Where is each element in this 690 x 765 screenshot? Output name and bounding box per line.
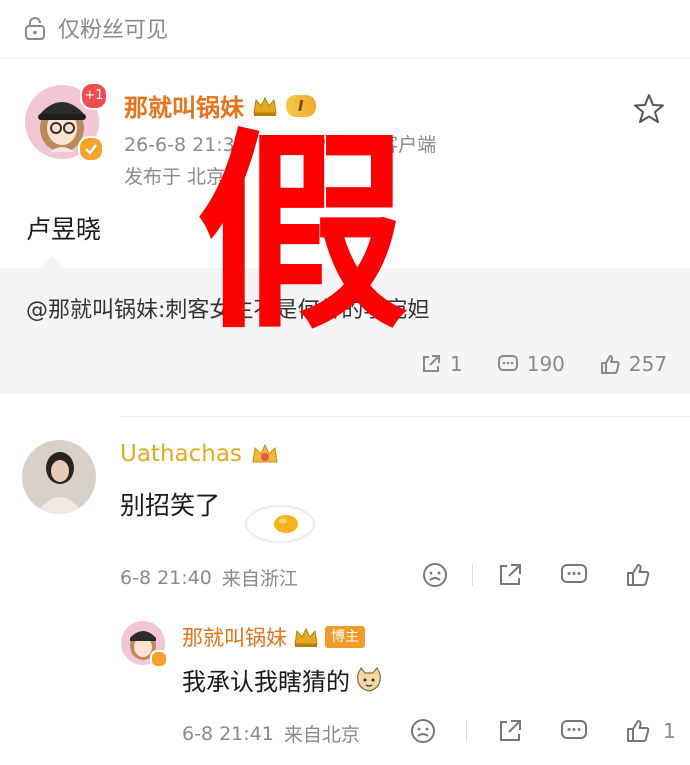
- comment-button[interactable]: 190: [497, 352, 565, 376]
- reply-verified-badge-icon: [150, 650, 168, 668]
- sad-face-icon[interactable]: [420, 562, 450, 588]
- comment-actions: [420, 562, 653, 588]
- share-button[interactable]: 1: [420, 352, 463, 376]
- comment-author-row: Uathachas: [120, 440, 280, 468]
- comment-location: 来自浙江: [221, 568, 298, 590]
- like-button[interactable]: 257: [599, 352, 667, 376]
- reply-like-count: 1: [663, 719, 676, 743]
- favorite-star-icon[interactable]: [632, 92, 666, 126]
- share-count: 1: [450, 352, 463, 376]
- reply-location: 来自北京: [283, 724, 360, 746]
- section-gap: [0, 394, 690, 416]
- comment-text: 别招笑了: [120, 491, 221, 520]
- reply-comment-icon[interactable]: [559, 718, 589, 744]
- comment-share-icon[interactable]: [495, 562, 525, 588]
- comment-like-icon[interactable]: [623, 562, 653, 588]
- reply-author-row: 那就叫锅妹 博主: [182, 622, 365, 652]
- comment-author-name[interactable]: Uathachas: [120, 441, 242, 467]
- post-text: 卢昱晓: [26, 215, 102, 244]
- thumbs-up-icon: [600, 355, 620, 374]
- cat-emoji-icon: [354, 666, 384, 694]
- gold-crown-badge-icon: [250, 440, 280, 468]
- blogger-badge: 博主: [325, 626, 365, 648]
- repost-pointer: [40, 256, 64, 268]
- divider: [472, 564, 473, 586]
- divider: [0, 58, 690, 59]
- reply-share-icon[interactable]: [495, 718, 525, 744]
- commenter-avatar[interactable]: [22, 440, 96, 514]
- crown-icon: [293, 626, 319, 648]
- reply-time: 6-8 21:41: [182, 722, 274, 745]
- divider: [466, 720, 467, 742]
- fake-stamp-overlay: 假: [196, 110, 408, 357]
- reply-text: 我承认我瞎猜的: [182, 668, 350, 696]
- comment-count: 190: [526, 352, 565, 376]
- share-icon: [423, 355, 440, 372]
- reply-meta-row: 6-8 21:41 来自北京: [182, 720, 360, 747]
- divider: [120, 416, 690, 417]
- visibility-label: 仅粉丝可见: [58, 18, 169, 43]
- sad-face-icon[interactable]: [408, 718, 438, 744]
- repost-stats: 1 190 257: [420, 352, 667, 376]
- avatar-notification-badge: +1: [80, 82, 108, 110]
- visibility-indicator: 仅粉丝可见: [22, 12, 168, 44]
- reply-author-name[interactable]: 那就叫锅妹: [182, 622, 287, 652]
- comment-reply-icon[interactable]: [559, 562, 589, 588]
- comment-meta-row: 6-8 21:40 来自浙江: [120, 564, 298, 591]
- fried-egg-sticker: [236, 496, 316, 546]
- like-count: 257: [628, 352, 668, 376]
- reply-like-icon[interactable]: [623, 718, 653, 744]
- reply-text-row: 我承认我瞎猜的: [182, 662, 384, 697]
- lock-icon: [22, 15, 48, 41]
- verified-badge-icon: [78, 136, 104, 162]
- comment-icon: [497, 355, 518, 371]
- comment-time: 6-8 21:40: [120, 566, 212, 589]
- reply-actions: 1: [408, 718, 676, 744]
